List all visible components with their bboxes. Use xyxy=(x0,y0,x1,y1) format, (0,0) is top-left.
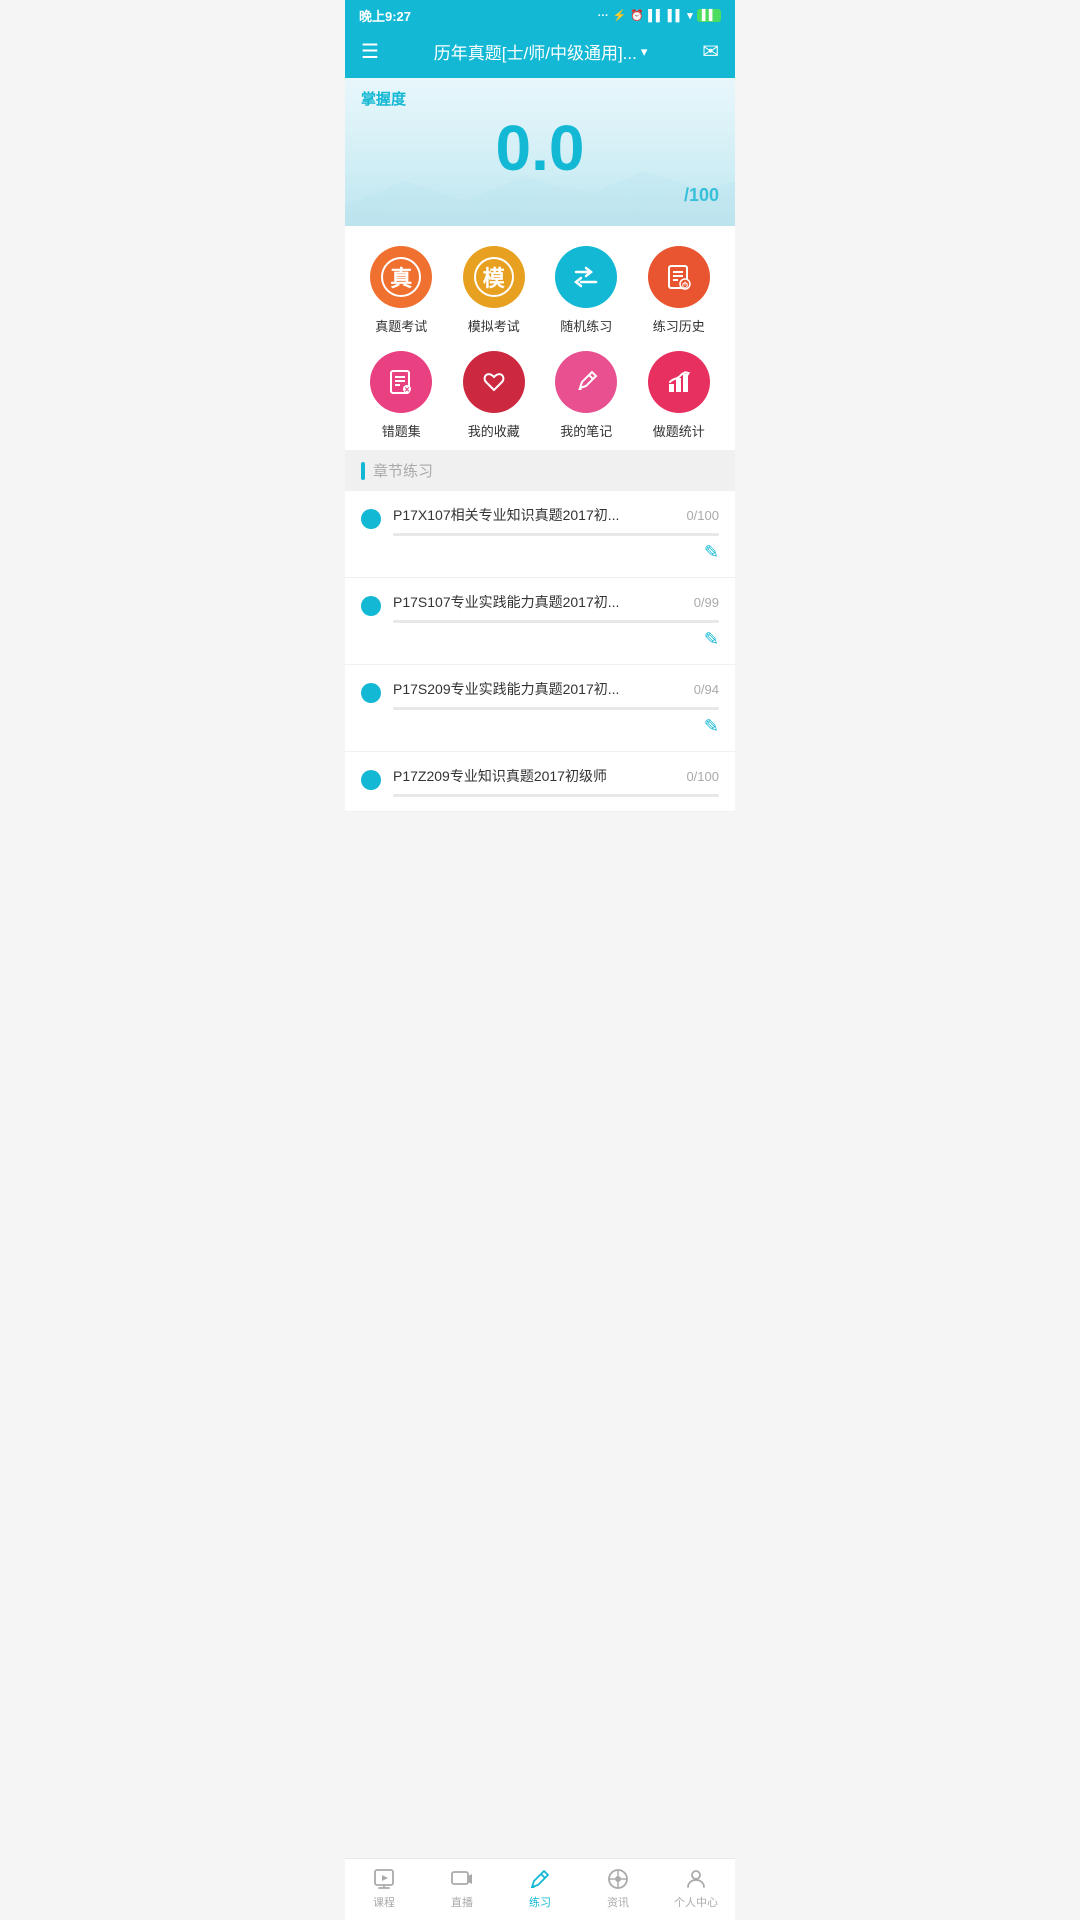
nav-news[interactable]: 资讯 xyxy=(588,1867,648,1910)
action-stats[interactable]: 做题统计 xyxy=(633,351,726,440)
edit-icon-1[interactable]: ✎ xyxy=(704,542,719,563)
live-icon xyxy=(450,1867,474,1891)
real-exam-label: 真题考试 xyxy=(375,316,427,335)
list-title-4: P17Z209专业知识真题2017初级师 xyxy=(393,766,678,786)
mail-icon[interactable]: ✉ xyxy=(702,39,719,64)
bottom-nav: 课程 直播 练习 资讯 个人中心 xyxy=(345,1858,735,1920)
practice-label: 练习 xyxy=(529,1894,551,1910)
header-title-container[interactable]: 历年真题[士/师/中级通用]... ▾ xyxy=(434,39,648,64)
favorites-label: 我的收藏 xyxy=(468,421,520,440)
app-header: ☰ 历年真题[士/师/中级通用]... ▾ ✉ xyxy=(345,29,735,78)
live-label: 直播 xyxy=(451,1894,473,1910)
random-practice-icon xyxy=(555,246,617,308)
list-item[interactable]: P17X107相关专业知识真题2017初... 0/100 ✎ xyxy=(345,491,735,578)
practice-icon xyxy=(528,1867,552,1891)
list-content-1: P17X107相关专业知识真题2017初... 0/100 ✎ xyxy=(393,505,719,563)
list-content-4: P17Z209专业知识真题2017初级师 0/100 xyxy=(393,766,719,797)
mastery-label: 掌握度 xyxy=(361,88,719,109)
status-icons: ··· ⚡ ⏰ ▌▌ ▌▌ ▾ ▌▌ xyxy=(598,9,721,22)
list-count-1: 0/100 xyxy=(686,508,719,523)
notes-icon xyxy=(555,351,617,413)
favorites-icon xyxy=(463,351,525,413)
mountain-decoration xyxy=(345,166,735,226)
list-progress-3 xyxy=(393,707,719,710)
profile-label: 个人中心 xyxy=(674,1894,718,1910)
list-dot-2 xyxy=(361,596,381,616)
action-my-notes[interactable]: 我的笔记 xyxy=(540,351,633,440)
list-dot-1 xyxy=(361,509,381,529)
action-real-exam[interactable]: 真 真题考试 xyxy=(355,246,448,335)
section-bar-decoration xyxy=(361,462,365,480)
random-practice-label: 随机练习 xyxy=(560,316,612,335)
edit-icon-3[interactable]: ✎ xyxy=(704,716,719,737)
section-header: 章节练习 xyxy=(345,450,735,491)
list-content-2: P17S107专业实践能力真题2017初... 0/99 ✎ xyxy=(393,592,719,650)
notes-label: 我的笔记 xyxy=(560,421,612,440)
courses-icon xyxy=(372,1867,396,1891)
list-progress-2 xyxy=(393,620,719,623)
edit-icon-2[interactable]: ✎ xyxy=(704,629,719,650)
practice-history-icon: ⏱ xyxy=(648,246,710,308)
practice-history-label: 练习历史 xyxy=(653,316,705,335)
svg-text:×: × xyxy=(405,385,410,395)
list-progress-4 xyxy=(393,794,719,797)
nav-profile[interactable]: 个人中心 xyxy=(666,1867,726,1910)
list-item[interactable]: P17S107专业实践能力真题2017初... 0/99 ✎ xyxy=(345,578,735,665)
wrong-set-label: 错题集 xyxy=(382,421,421,440)
list-content-3: P17S209专业实践能力真题2017初... 0/94 ✎ xyxy=(393,679,719,737)
real-exam-icon: 真 xyxy=(370,246,432,308)
list-count-4: 0/100 xyxy=(686,769,719,784)
chevron-down-icon: ▾ xyxy=(641,44,648,60)
nav-practice[interactable]: 练习 xyxy=(510,1867,570,1910)
mock-exam-label: 模拟考试 xyxy=(468,316,520,335)
action-my-favorites[interactable]: 我的收藏 xyxy=(448,351,541,440)
stats-label: 做题统计 xyxy=(653,421,705,440)
profile-icon xyxy=(684,1867,708,1891)
action-wrong-set[interactable]: × 错题集 xyxy=(355,351,448,440)
action-practice-history[interactable]: ⏱ 练习历史 xyxy=(633,246,726,335)
list-progress-1 xyxy=(393,533,719,536)
list-content: P17X107相关专业知识真题2017初... 0/100 ✎ P17S107专… xyxy=(345,491,735,877)
news-icon xyxy=(606,1867,630,1891)
nav-live[interactable]: 直播 xyxy=(432,1867,492,1910)
nav-courses[interactable]: 课程 xyxy=(354,1867,414,1910)
mock-exam-icon: 模 xyxy=(463,246,525,308)
section-title: 章节练习 xyxy=(373,460,433,481)
wrong-set-icon: × xyxy=(370,351,432,413)
header-title-text: 历年真题[士/师/中级通用]... xyxy=(434,39,637,64)
menu-icon[interactable]: ☰ xyxy=(361,39,379,64)
list-item[interactable]: P17S209专业实践能力真题2017初... 0/94 ✎ xyxy=(345,665,735,752)
courses-label: 课程 xyxy=(373,1894,395,1910)
actions-grid: 真 真题考试 模 模拟考试 随机练习 ⏱ 练习历史 xyxy=(345,226,735,450)
list-dot-3 xyxy=(361,683,381,703)
list-title-3: P17S209专业实践能力真题2017初... xyxy=(393,679,686,699)
list-title-1: P17X107相关专业知识真题2017初... xyxy=(393,505,678,525)
svg-text:⏱: ⏱ xyxy=(682,280,688,290)
list-title-2: P17S107专业实践能力真题2017初... xyxy=(393,592,686,612)
status-bar: 晚上9:27 ··· ⚡ ⏰ ▌▌ ▌▌ ▾ ▌▌ xyxy=(345,0,735,29)
list-count-3: 0/94 xyxy=(694,682,719,697)
stats-icon xyxy=(648,351,710,413)
mastery-section: 掌握度 0.0 /100 xyxy=(345,78,735,226)
list-item[interactable]: P17Z209专业知识真题2017初级师 0/100 xyxy=(345,752,735,812)
action-mock-exam[interactable]: 模 模拟考试 xyxy=(448,246,541,335)
news-label: 资讯 xyxy=(607,1894,629,1910)
status-time: 晚上9:27 xyxy=(359,6,411,25)
list-count-2: 0/99 xyxy=(694,595,719,610)
action-random-practice[interactable]: 随机练习 xyxy=(540,246,633,335)
list-dot-4 xyxy=(361,770,381,790)
